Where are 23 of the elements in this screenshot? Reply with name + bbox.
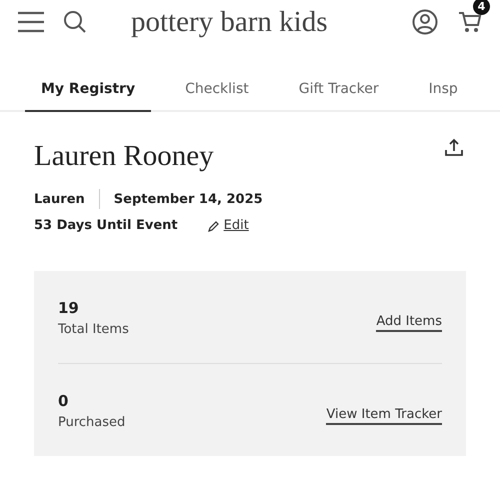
tab[interactable]: Gift Tracker <box>282 68 395 112</box>
event-date: September 14, 2025 <box>114 192 263 206</box>
registry-name: Lauren Rooney <box>34 140 214 173</box>
search-icon[interactable] <box>63 10 87 34</box>
stat-value: 19 <box>58 299 80 317</box>
pencil-icon <box>208 220 220 232</box>
tab[interactable]: My Registry <box>25 68 152 112</box>
stat-link[interactable]: View Item Tracker <box>326 407 442 425</box>
tab[interactable]: Insp <box>412 68 462 112</box>
account-icon[interactable] <box>412 9 438 35</box>
stat-link[interactable]: Add Items <box>376 314 442 332</box>
stat-value: 0 <box>58 392 70 410</box>
edit-link[interactable]: Edit <box>208 218 249 233</box>
days-until-event: 53 Days Until Event <box>34 218 178 233</box>
brand-logo[interactable]: pottery barn kids <box>131 6 328 38</box>
stat-label: Purchased <box>58 415 126 430</box>
tab[interactable]: Checklist <box>169 68 265 112</box>
share-icon[interactable] <box>444 138 464 158</box>
registrant-name: Lauren <box>34 192 85 206</box>
stat-label: Total Items <box>58 322 129 337</box>
cart-count-badge: 4 <box>473 0 490 15</box>
cart-icon[interactable] <box>458 10 482 34</box>
menu-icon[interactable] <box>17 11 45 33</box>
